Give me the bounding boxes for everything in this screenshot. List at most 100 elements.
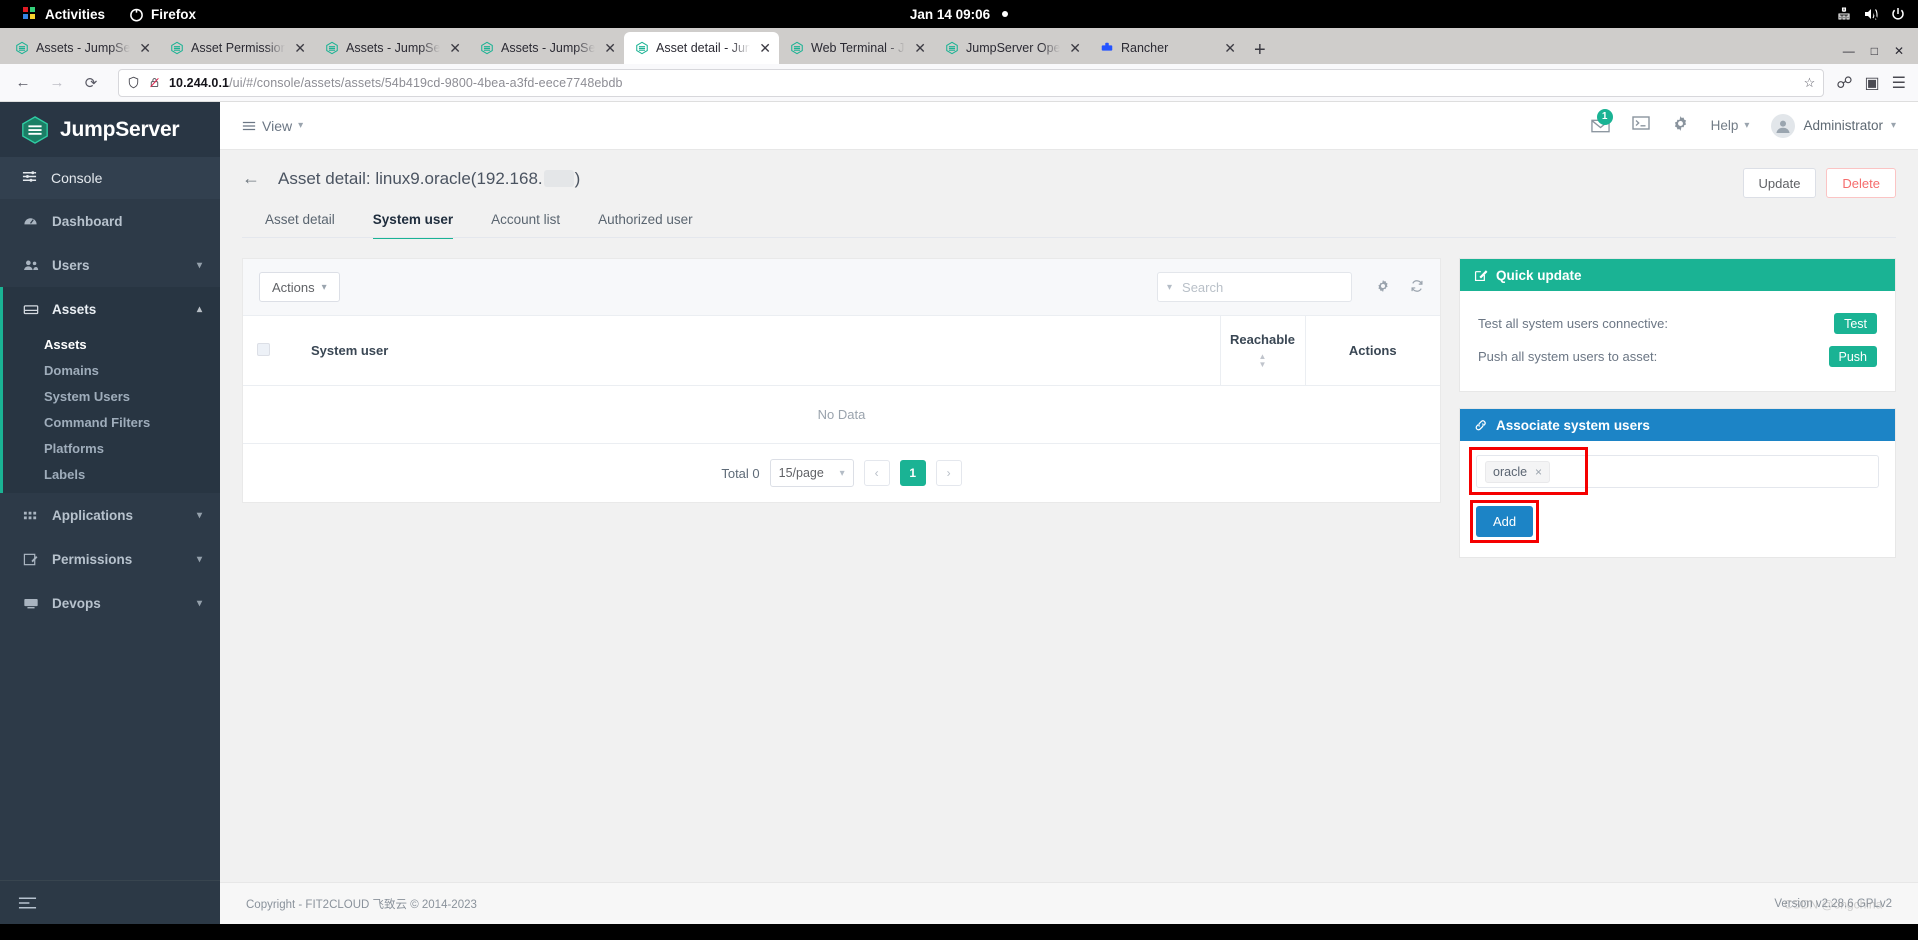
sidebar-item-devops[interactable]: Devops ▾ [0,581,220,625]
sidebar-item-permissions[interactable]: Permissions ▾ [0,537,220,581]
add-button[interactable]: Add [1476,506,1534,537]
close-icon[interactable]: ✕ [604,41,616,55]
close-icon[interactable]: ✕ [449,41,461,55]
firefox-icon [130,8,143,21]
chevron-down-icon[interactable]: ▾ [1167,282,1172,293]
page-size-select[interactable]: 15/page ▾ [769,459,854,487]
tab-account-list[interactable]: Account list [491,212,560,238]
selected-chip[interactable]: oracle × [1485,460,1551,483]
table-empty-state: No Data [243,386,1440,444]
jumpserver-logo-icon [22,115,48,144]
url-bar[interactable]: 10.244.0.1/ui/#/console/assets/assets/54… [118,68,1825,97]
sort-arrows-icon[interactable]: ▲ ▼ [1221,353,1305,369]
table-settings-button[interactable] [1376,279,1390,296]
close-icon[interactable]: ✕ [139,41,151,55]
sidebar-item-assets[interactable]: Assets ▴ [0,287,220,331]
bookmark-star-icon[interactable]: ☆ [1804,75,1816,91]
settings-button[interactable] [1672,115,1689,137]
tab-authorized-user[interactable]: Authorized user [598,212,693,238]
sidebar-subitem-assets[interactable]: Assets [0,331,220,357]
brand-logo-area[interactable]: JumpServer [0,102,220,157]
redacted-ip-block [543,169,574,187]
account-icon[interactable]: ▣ [1865,73,1880,93]
sidebar-subitem-domains[interactable]: Domains [0,357,220,383]
minimize-button[interactable]: — [1843,44,1855,58]
back-arrow-icon[interactable]: ← [242,168,260,189]
activities-button[interactable]: Activities [10,6,117,22]
terminal-button[interactable] [1631,115,1650,136]
page-number-button[interactable]: 1 [899,460,926,486]
user-menu[interactable]: Administrator ▾ [1771,113,1896,138]
avatar [1771,113,1796,138]
sidebar-item-dashboard[interactable]: Dashboard [0,199,220,243]
close-icon[interactable]: ✕ [914,41,926,55]
quick-update-row: Test all system users connective: Test [1478,307,1877,340]
browser-tab[interactable]: Assets - JumpServer Open Source... ✕ [314,32,469,64]
search-input[interactable]: ▾ Search [1157,272,1352,302]
reload-button[interactable]: ⟳ [76,69,106,97]
gnome-clock-area[interactable]: Jan 14 09:06 [829,7,1089,22]
sidebar-item-applications[interactable]: Applications ▾ [0,493,220,537]
back-button[interactable]: ← [8,69,38,97]
close-icon[interactable]: ✕ [759,41,771,55]
maximize-button[interactable]: □ [1871,44,1878,58]
browser-tab[interactable]: Rancher ✕ [1089,32,1244,64]
table-refresh-button[interactable] [1410,279,1424,296]
close-icon[interactable]: ✕ [294,41,306,55]
close-window-button[interactable]: ✕ [1894,44,1904,58]
sidebar-item-users[interactable]: Users ▾ [0,243,220,287]
sidebar-console-switcher[interactable]: Console [0,157,220,199]
mail-badge: 1 [1596,108,1613,125]
tab-title: Assets - JumpServer Open Source... [501,41,597,55]
actions-dropdown-button[interactable]: Actions ▾ [259,272,340,302]
gnome-status-area[interactable] [1836,6,1918,22]
pocket-icon[interactable]: ☍ [1836,73,1852,93]
help-dropdown[interactable]: Help ▾ [1711,118,1750,133]
browser-tab-active[interactable]: Asset detail - JumpServer Open... ✕ [624,32,779,64]
select-all-cell [243,315,283,386]
push-button[interactable]: Push [1828,346,1877,367]
push-users-label: Push all system users to asset: [1478,349,1658,364]
next-page-button[interactable]: › [935,460,962,486]
users-icon [22,258,39,273]
update-button[interactable]: Update [1742,168,1817,198]
delete-button[interactable]: Delete [1826,168,1896,198]
new-tab-button[interactable]: + [1244,40,1276,64]
browser-tab[interactable]: Asset Permissions - JumpServer... ✕ [159,32,314,64]
sidebar-subitem-command-filters[interactable]: Command Filters [0,409,220,435]
sidebar-subitem-platforms[interactable]: Platforms [0,435,220,461]
prev-page-button[interactable]: ‹ [863,460,890,486]
browser-tab[interactable]: Assets - JumpServer Open Source... ✕ [4,32,159,64]
footer-copyright: Copyright - FIT2CLOUD 飞致云 © 2014-2023 [246,898,477,911]
tab-system-user[interactable]: System user [372,212,454,239]
app-topbar: View ▾ 1 Help ▾ Administrator ▾ [220,102,1918,150]
sidebar-subitem-labels[interactable]: Labels [0,461,220,487]
sidebar-subitem-system-users[interactable]: System Users [0,383,220,409]
page-title-prefix: Asset detail: [278,168,371,188]
close-icon[interactable]: ✕ [1069,41,1081,55]
close-icon[interactable]: ✕ [1224,41,1236,55]
browser-tab[interactable]: JumpServer Open Source Bastion... ✕ [934,32,1089,64]
system-user-select[interactable]: oracle × [1476,455,1879,488]
column-reachable[interactable]: Reachable ▲ ▼ [1219,315,1305,386]
jumpserver-favicon [635,41,649,55]
hamburger-menu-icon[interactable]: ☰ [1892,73,1906,93]
firefox-app-menu[interactable]: Firefox [117,7,208,22]
dashboard-icon [22,214,39,229]
tab-asset-detail[interactable]: Asset detail [265,212,335,238]
forward-button: → [49,74,65,91]
sidebar-item-label: Users [52,257,90,273]
select-all-checkbox[interactable] [256,342,270,356]
view-dropdown[interactable]: View ▾ [242,118,303,134]
mail-button[interactable]: 1 [1590,108,1613,134]
test-button[interactable]: Test [1834,313,1877,334]
chip-remove-icon[interactable]: × [1535,465,1542,479]
sidebar-item-label: Devops [52,595,101,611]
sidebar-collapse-button[interactable] [0,880,220,924]
browser-tab[interactable]: Web Terminal - JumpServer Open... ✕ [779,32,934,64]
quick-update-row: Push all system users to asset: Push [1478,340,1877,373]
brand-name: JumpServer [60,117,180,141]
browser-tab[interactable]: Assets - JumpServer Open Source... ✕ [469,32,624,64]
tab-title: JumpServer Open Source Bastion... [966,41,1062,55]
associate-system-users-panel: Associate system users oracle × Add [1459,408,1896,558]
